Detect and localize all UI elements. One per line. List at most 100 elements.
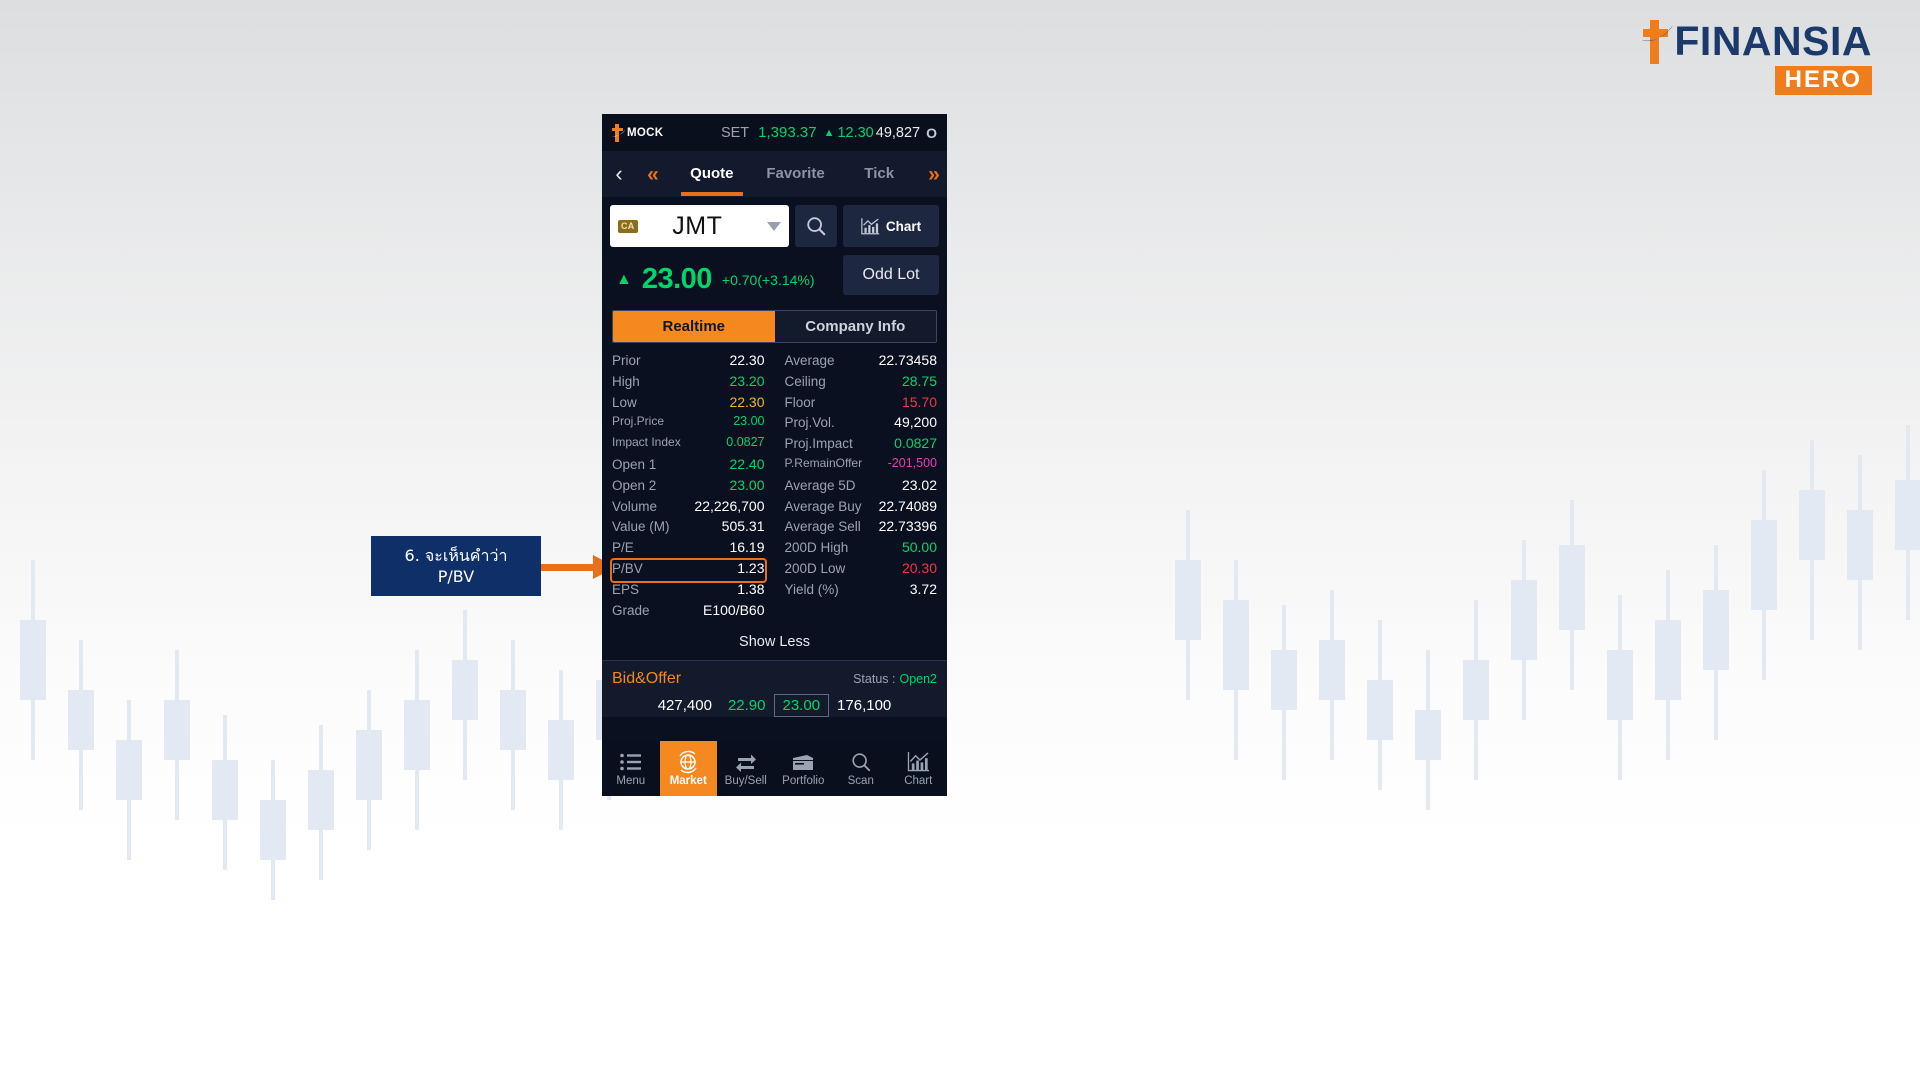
prev-tabs-chevron-icon[interactable]: « (636, 164, 670, 185)
chart-icon (907, 751, 930, 773)
next-tabs-chevron-icon[interactable]: » (921, 164, 947, 185)
quote-value: 505.31 (721, 518, 765, 535)
offer-volume: 176,100 (837, 697, 892, 715)
nav-item-label: Menu (616, 774, 646, 787)
symbol-input[interactable]: CA JMT (610, 205, 789, 247)
quote-label: Average Sell (784, 519, 861, 535)
market-change-value: 12.30 (837, 124, 874, 141)
show-less-button[interactable]: Show Less (602, 622, 947, 660)
quote-value: 22.30 (729, 393, 765, 410)
tab-tick[interactable]: Tick (837, 151, 921, 197)
nav-item-scan[interactable]: Scan (832, 741, 890, 796)
quote-value: 0.0827 (726, 435, 765, 450)
quote-label: Low (612, 394, 637, 410)
quote-label: Grade (612, 602, 650, 618)
quote-label: Average (784, 353, 835, 368)
tab-favorite[interactable]: Favorite (754, 151, 838, 197)
quote-row: Average Sell 22.73396 (785, 518, 938, 539)
info-segmented-control: Realtime Company Info (612, 310, 937, 343)
odd-lot-button[interactable]: Odd Lot (843, 255, 939, 295)
last-price: 23.00 (641, 263, 713, 295)
exchange-icon (735, 751, 757, 773)
quote-row: Grade E100/B60 (612, 602, 765, 623)
quote-row: Open 2 23.00 (612, 477, 765, 498)
quote-row: Open 1 22.40 (612, 456, 765, 477)
quote-row: Average 22.73458 (785, 352, 938, 373)
nav-item-label: Buy/Sell (724, 774, 767, 787)
quote-row-highlighted: P/BV 1.23 (610, 557, 767, 583)
globe-icon (676, 750, 700, 773)
price-row: ▲ 23.00 +0.70(+3.14%) Odd Lot (602, 247, 947, 296)
quote-value: 3.72 (909, 580, 937, 597)
callout-line-1: 6. จะเห็นคำว่า (404, 546, 508, 565)
quote-label: Average Buy (784, 498, 862, 514)
quote-row: 200D High 50.00 (785, 539, 938, 560)
quote-row: P/E 16.19 (612, 539, 765, 560)
tab-quote[interactable]: Quote (670, 151, 754, 197)
quote-value: 23.00 (729, 476, 765, 493)
quote-value: 23.00 (733, 414, 765, 429)
quote-row: Value (M) 505.31 (612, 518, 765, 539)
quote-row: Proj.Impact 0.0827 (785, 435, 938, 456)
quote-row: Average 5D 23.02 (785, 477, 938, 498)
quote-value: -201,500 (887, 455, 937, 470)
quote-row: Yield (%) 3.72 (785, 581, 938, 602)
offer-price[interactable]: 23.00 (773, 694, 830, 718)
bid-price[interactable]: 22.90 (720, 695, 774, 716)
top-tab-bar: ‹ « Quote Favorite Tick » (602, 151, 947, 197)
quote-value: 49,200 (894, 414, 937, 431)
callout-line-2: P/BV (437, 567, 475, 586)
nav-item-buy-sell[interactable]: Buy/Sell (717, 741, 775, 796)
search-icon (850, 751, 872, 773)
quote-label: Proj.Impact (784, 436, 853, 452)
logo-product-name: HERO (1774, 66, 1872, 96)
bid-volume: 427,400 (657, 697, 712, 715)
nav-item-menu[interactable]: Menu (602, 741, 660, 796)
quote-row: High 23.20 (612, 373, 765, 394)
quote-label: High (612, 373, 640, 389)
quote-value: 1.38 (737, 580, 765, 597)
finansia-f-mark-icon (1642, 18, 1674, 64)
quote-value: 22.73396 (878, 518, 937, 535)
chart-icon (861, 218, 879, 235)
nav-item-label: Scan (847, 774, 874, 787)
quote-label: Impact Index (612, 435, 681, 450)
nav-item-portfolio[interactable]: Portfolio (775, 741, 833, 796)
background-candlestick-chart (20, 425, 1920, 900)
nav-item-chart[interactable]: Chart (890, 741, 948, 796)
quote-right-column: Average 22.73458 Ceiling 28.75 Floor 15.70 Pro… (775, 352, 948, 622)
bid-offer-row: 427,400 22.90 23.00 176,100 (612, 694, 937, 718)
tab-company-info[interactable]: Company Info (774, 311, 936, 342)
chart-button-label: Chart (885, 218, 922, 234)
tab-list: Quote Favorite Tick (670, 151, 921, 197)
chart-button[interactable]: Chart (843, 205, 939, 247)
quote-row: Prior 22.30 (612, 352, 765, 373)
quote-label: Floor (784, 394, 816, 410)
quote-value: 23.20 (729, 372, 765, 389)
chevron-down-icon[interactable] (767, 221, 781, 231)
bid-offer-section: Bid&Offer Status : Open2 427,400 22.90 2… (602, 661, 947, 718)
price-direction-arrow-icon: ▲ (616, 270, 632, 288)
nav-item-market[interactable]: Market (659, 741, 717, 796)
quote-label: Open 1 (612, 456, 657, 472)
back-button[interactable]: ‹ (602, 163, 636, 185)
bottom-navigation: Menu Market Buy/Sell Portfolio Scan Chart (602, 741, 947, 796)
market-change-arrow-icon: ▲ (823, 126, 835, 139)
quote-row: Ceiling 28.75 (785, 373, 938, 394)
tab-realtime[interactable]: Realtime (613, 311, 775, 342)
quote-value: E100/B60 (703, 601, 765, 618)
nav-item-label: Market (669, 774, 707, 787)
quote-row: Volume 22,226,700 (612, 498, 765, 519)
search-button[interactable] (795, 205, 837, 247)
quote-row: Low 22.30 (612, 394, 765, 415)
annotation-callout: 6. จะเห็นคำว่า P/BV (371, 536, 541, 596)
quote-label: P/BV (612, 560, 643, 576)
quote-value: 50.00 (901, 539, 937, 556)
quote-left-column: Prior 22.30 High 23.20 Low 22.30 Proj.Price 23.… (602, 352, 775, 622)
phone-screen: MOCK SET 1,393.37 ▲ 12.30 49,827 O ‹ « Q… (602, 114, 947, 796)
finansia-hero-logo: FINANSIA HERO (1642, 18, 1872, 96)
nav-item-label: Portfolio (782, 774, 825, 787)
quote-row: Proj.Price 23.00 (612, 414, 765, 435)
quote-value: 22.73458 (878, 352, 937, 368)
quote-row: P.RemainOffer -201,500 (785, 456, 938, 477)
